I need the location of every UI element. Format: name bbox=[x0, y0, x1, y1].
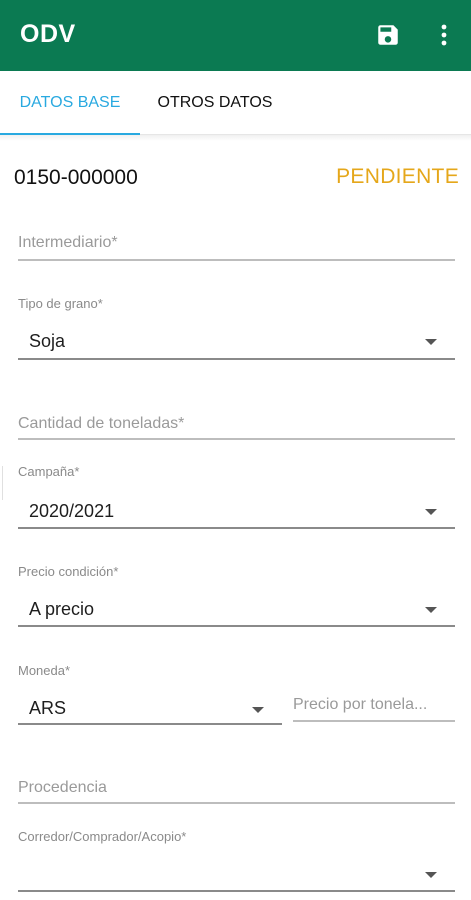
campana-select[interactable]: Campaña* 2020/2021 bbox=[18, 464, 455, 530]
more-options-button[interactable] bbox=[432, 19, 456, 51]
precio-condicion-underline bbox=[18, 625, 455, 627]
precio-tonelada-field[interactable]: Precio por tonela... bbox=[293, 695, 455, 723]
chevron-down-icon bbox=[425, 607, 437, 613]
tab-shadow bbox=[0, 135, 471, 141]
moneda-label: Moneda* bbox=[18, 663, 71, 678]
intermediario-field[interactable]: Intermediario* bbox=[18, 230, 455, 264]
precio-tonelada-placeholder: Precio por tonela... bbox=[293, 696, 428, 713]
moneda-value: ARS bbox=[29, 698, 67, 718]
chevron-down-icon bbox=[252, 707, 264, 713]
status-badge: PENDIENTE bbox=[336, 165, 459, 188]
app-bar: ODV bbox=[0, 0, 471, 71]
cantidad-underline bbox=[18, 438, 455, 440]
campana-label: Campaña* bbox=[18, 464, 80, 479]
chevron-down-icon bbox=[425, 509, 437, 515]
chevron-down-icon bbox=[425, 872, 437, 878]
procedencia-placeholder: Procedencia bbox=[18, 779, 107, 796]
precio-tonelada-underline bbox=[293, 720, 455, 722]
chevron-down-icon bbox=[425, 339, 437, 345]
procedencia-underline bbox=[18, 802, 455, 804]
app-title: ODV bbox=[20, 20, 76, 48]
precio-condicion-value: A precio bbox=[29, 599, 95, 619]
intermediario-underline bbox=[18, 259, 455, 261]
tab-otros-datos[interactable]: OTROS DATOS bbox=[140, 71, 290, 135]
cantidad-toneladas-field[interactable]: Cantidad de toneladas* bbox=[18, 412, 455, 442]
cantidad-placeholder: Cantidad de toneladas* bbox=[18, 415, 185, 432]
tipo-grano-label: Tipo de grano* bbox=[18, 296, 103, 311]
corredor-select[interactable]: Corredor/Comprador/Acopio* bbox=[18, 829, 455, 893]
corredor-label: Corredor/Comprador/Acopio* bbox=[18, 829, 187, 844]
campana-value: 2020/2021 bbox=[29, 501, 115, 521]
tipo-grano-select[interactable]: Tipo de grano* Soja bbox=[18, 296, 455, 362]
moneda-select[interactable]: Moneda* ARS bbox=[18, 663, 282, 725]
tab-datos-base[interactable]: DATOS BASE bbox=[0, 71, 140, 136]
precio-condicion-select[interactable]: Precio condición* A precio bbox=[18, 564, 455, 628]
more-vertical-icon bbox=[441, 24, 447, 46]
odv-number: 0150-000000 bbox=[14, 166, 138, 189]
tab-bar: DATOS BASE OTROS DATOS bbox=[0, 71, 471, 136]
procedencia-field[interactable]: Procedencia bbox=[18, 778, 455, 806]
save-button[interactable] bbox=[372, 19, 404, 51]
tipo-grano-value: Soja bbox=[29, 331, 66, 351]
floppy-disk-icon bbox=[378, 25, 398, 45]
precio-condicion-label: Precio condición* bbox=[18, 564, 119, 579]
intermediario-placeholder: Intermediario* bbox=[18, 234, 118, 251]
corredor-underline bbox=[18, 890, 455, 892]
moneda-underline bbox=[18, 723, 282, 725]
edge-indicator bbox=[0, 466, 3, 500]
campana-underline bbox=[18, 527, 455, 529]
tipo-grano-underline bbox=[18, 358, 455, 360]
